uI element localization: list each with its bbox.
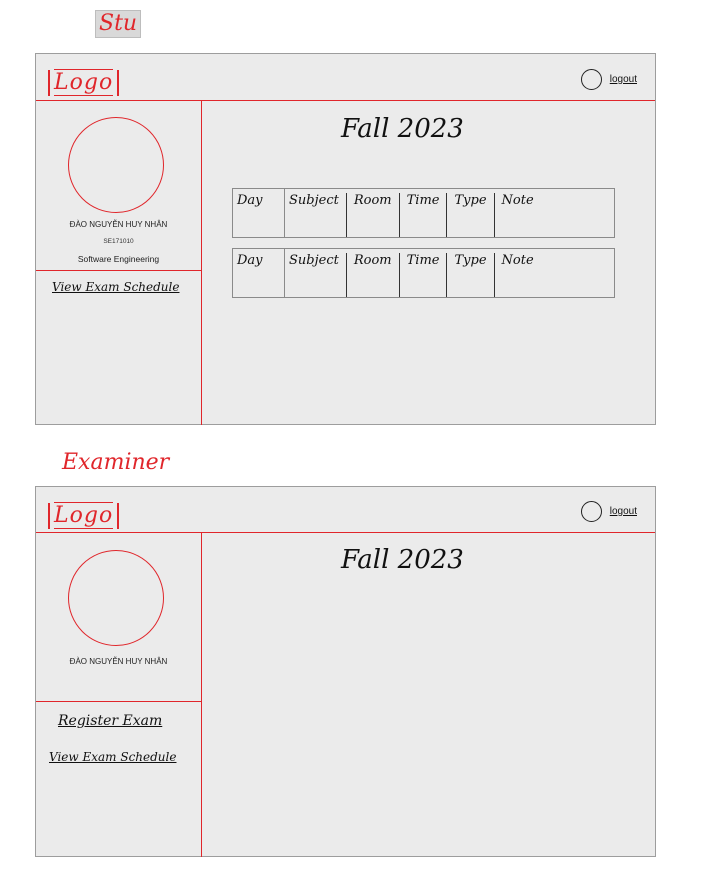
column-separator	[446, 193, 448, 237]
schedule-row[interactable]: Day Subject Room Time Type Note	[232, 248, 615, 298]
examiner-section-label: Examiner	[62, 450, 170, 475]
student-section-label: Stu	[95, 10, 142, 38]
header-divider	[36, 100, 655, 101]
schedule-cell-details: Subject Room Time Type Note	[285, 249, 614, 297]
logout-link[interactable]: logout	[580, 69, 637, 90]
column-separator	[398, 193, 400, 237]
logout-link[interactable]: logout	[580, 501, 637, 522]
schedule-cell-type: Type	[454, 253, 487, 268]
column-separator	[398, 253, 400, 297]
sidebar-profile-divider	[36, 701, 201, 702]
logout-label[interactable]: logout	[610, 506, 637, 517]
schedule-cell-type: Type	[454, 193, 487, 208]
avatar	[68, 117, 164, 213]
sidebar-profile-divider	[36, 270, 201, 271]
column-separator	[345, 193, 347, 237]
profile-student-id: SE171010	[103, 238, 134, 245]
logo-text: Logo	[54, 502, 114, 529]
logo-bar-right	[117, 503, 120, 529]
column-separator	[493, 193, 495, 237]
term-title: Fall 2023	[341, 545, 464, 575]
student-dashboard-wireframe: Logo logout ĐÀO NGUYỄN HUY NHÂN SE171010…	[35, 53, 656, 425]
schedule-cell-room: Room	[353, 253, 392, 268]
schedule-cell-note: Note	[501, 193, 534, 208]
schedule-row[interactable]: Day Subject Room Time Type Note	[232, 188, 615, 238]
sidebar-divider	[201, 532, 202, 857]
examiner-dashboard-wireframe: Logo logout ĐÀO NGUYỄN HUY NHÂN Register…	[35, 486, 656, 857]
term-title: Fall 2023	[341, 114, 464, 144]
logo[interactable]: Logo	[44, 69, 123, 96]
column-separator	[345, 253, 347, 297]
schedule-cell-time: Time	[406, 253, 440, 268]
menu-view-exam-schedule[interactable]: View Exam Schedule	[49, 750, 176, 764]
column-separator	[493, 253, 495, 297]
schedule-cell-subject: Subject	[289, 193, 339, 208]
schedule-cell-details: Subject Room Time Type Note	[285, 189, 614, 237]
sidebar-divider	[201, 100, 202, 425]
column-separator	[446, 253, 448, 297]
menu-register-exam[interactable]: Register Exam	[58, 713, 162, 729]
schedule-cell-time: Time	[406, 193, 440, 208]
logo-bar-right	[117, 70, 120, 96]
logo[interactable]: Logo	[44, 502, 123, 529]
user-circle-icon[interactable]	[580, 501, 602, 522]
avatar	[68, 550, 164, 646]
schedule-cell-note: Note	[501, 253, 534, 268]
profile-major: Software Engineering	[77, 254, 160, 264]
profile-name: ĐÀO NGUYỄN HUY NHÂN	[69, 220, 168, 229]
header-divider	[36, 532, 655, 533]
schedule-cell-subject: Subject	[289, 253, 339, 268]
schedule-cell-day: Day	[233, 189, 285, 237]
logo-bar-left	[48, 70, 50, 96]
logo-bar-left	[48, 503, 50, 529]
schedule-cell-room: Room	[353, 193, 392, 208]
schedule-cell-day: Day	[233, 249, 285, 297]
logout-label[interactable]: logout	[610, 74, 637, 85]
profile-name: ĐÀO NGUYỄN HUY NHÂN	[69, 657, 168, 666]
user-circle-icon[interactable]	[580, 69, 602, 90]
logo-text: Logo	[54, 69, 114, 96]
menu-view-exam-schedule[interactable]: View Exam Schedule	[52, 280, 179, 294]
